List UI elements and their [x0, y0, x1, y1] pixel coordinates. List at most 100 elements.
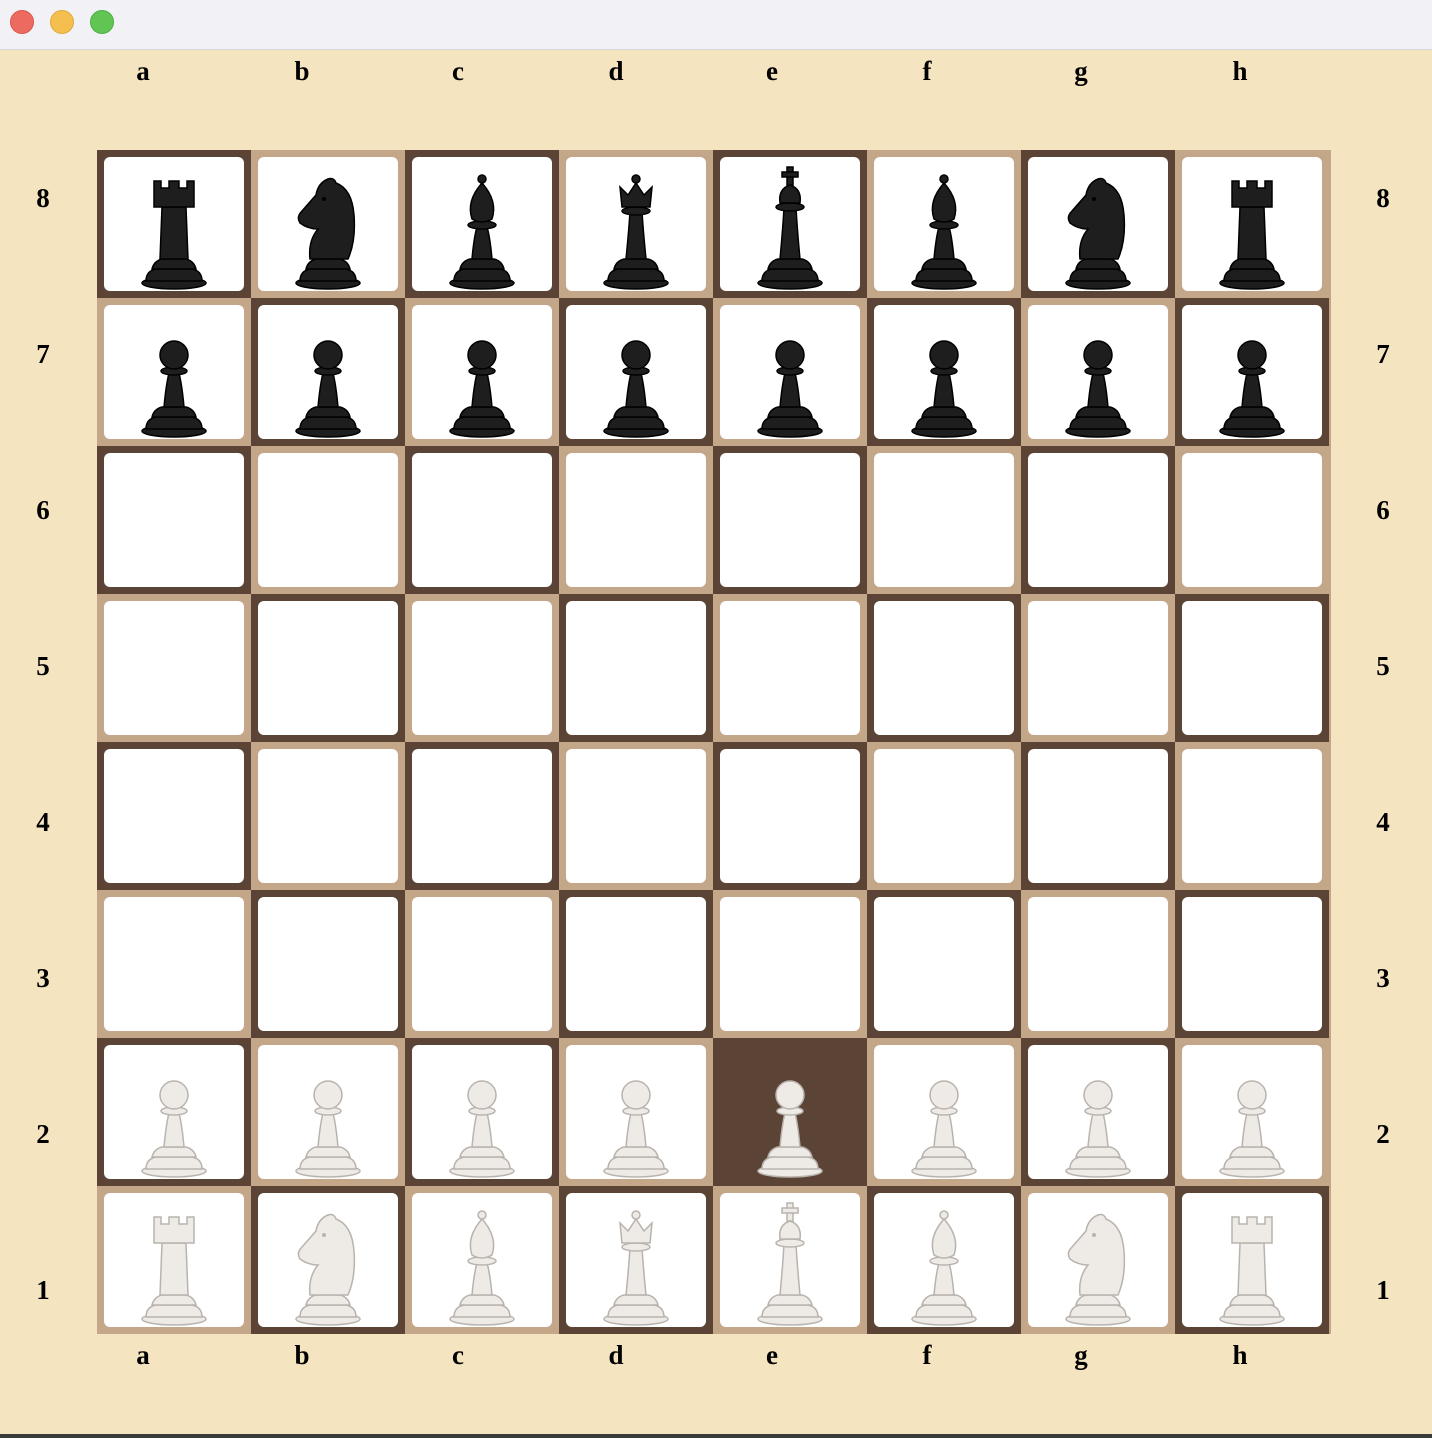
- square-a7[interactable]: [97, 298, 251, 446]
- square-b5[interactable]: [251, 594, 405, 742]
- maximize-window-button[interactable]: [90, 10, 114, 34]
- white-queen-icon[interactable]: [586, 1199, 686, 1327]
- black-bishop-icon[interactable]: [894, 163, 994, 291]
- white-king-icon[interactable]: [740, 1199, 840, 1327]
- square-f5[interactable]: [867, 594, 1021, 742]
- square-f3[interactable]: [867, 890, 1021, 1038]
- square-d6[interactable]: [559, 446, 713, 594]
- square-g2[interactable]: [1021, 1038, 1175, 1186]
- black-queen-icon[interactable]: [586, 163, 686, 291]
- square-h7[interactable]: [1175, 298, 1329, 446]
- white-knight-icon[interactable]: [278, 1199, 378, 1327]
- square-h2[interactable]: [1175, 1038, 1329, 1186]
- square-g7[interactable]: [1021, 298, 1175, 446]
- square-f4[interactable]: [867, 742, 1021, 890]
- white-rook-icon[interactable]: [1202, 1199, 1302, 1327]
- square-b8[interactable]: [251, 150, 405, 298]
- square-b4[interactable]: [251, 742, 405, 890]
- square-c6[interactable]: [405, 446, 559, 594]
- square-b3[interactable]: [251, 890, 405, 1038]
- black-pawn-icon[interactable]: [278, 311, 378, 439]
- square-e2[interactable]: [713, 1038, 867, 1186]
- white-bishop-icon[interactable]: [894, 1199, 994, 1327]
- square-a1[interactable]: [97, 1186, 251, 1334]
- square-d5[interactable]: [559, 594, 713, 742]
- square-g1[interactable]: [1021, 1186, 1175, 1334]
- square-b1[interactable]: [251, 1186, 405, 1334]
- square-f7[interactable]: [867, 298, 1021, 446]
- square-a2[interactable]: [97, 1038, 251, 1186]
- square-d2[interactable]: [559, 1038, 713, 1186]
- square-d3[interactable]: [559, 890, 713, 1038]
- black-pawn-icon[interactable]: [586, 311, 686, 439]
- white-rook-icon[interactable]: [124, 1199, 224, 1327]
- black-pawn-icon[interactable]: [1202, 311, 1302, 439]
- square-d7[interactable]: [559, 298, 713, 446]
- square-g3[interactable]: [1021, 890, 1175, 1038]
- square-a4[interactable]: [97, 742, 251, 890]
- square-d4[interactable]: [559, 742, 713, 890]
- square-b6[interactable]: [251, 446, 405, 594]
- black-rook-icon[interactable]: [124, 163, 224, 291]
- white-pawn-icon[interactable]: [432, 1051, 532, 1179]
- square-cell: [874, 305, 1014, 439]
- black-pawn-icon[interactable]: [124, 311, 224, 439]
- black-pawn-icon[interactable]: [740, 311, 840, 439]
- square-g6[interactable]: [1021, 446, 1175, 594]
- square-e8[interactable]: [713, 150, 867, 298]
- white-pawn-icon[interactable]: [1202, 1051, 1302, 1179]
- square-a3[interactable]: [97, 890, 251, 1038]
- square-h5[interactable]: [1175, 594, 1329, 742]
- square-c7[interactable]: [405, 298, 559, 446]
- square-e1[interactable]: [713, 1186, 867, 1334]
- black-bishop-icon[interactable]: [432, 163, 532, 291]
- square-f1[interactable]: [867, 1186, 1021, 1334]
- black-king-icon[interactable]: [740, 163, 840, 291]
- square-c4[interactable]: [405, 742, 559, 890]
- square-d8[interactable]: [559, 150, 713, 298]
- square-f8[interactable]: [867, 150, 1021, 298]
- minimize-window-button[interactable]: [50, 10, 74, 34]
- square-a6[interactable]: [97, 446, 251, 594]
- square-h3[interactable]: [1175, 890, 1329, 1038]
- close-window-button[interactable]: [10, 10, 34, 34]
- black-pawn-icon[interactable]: [894, 311, 994, 439]
- white-pawn-icon[interactable]: [278, 1051, 378, 1179]
- square-e4[interactable]: [713, 742, 867, 890]
- white-pawn-icon[interactable]: [740, 1051, 840, 1179]
- square-g4[interactable]: [1021, 742, 1175, 890]
- square-h4[interactable]: [1175, 742, 1329, 890]
- square-e3[interactable]: [713, 890, 867, 1038]
- square-g5[interactable]: [1021, 594, 1175, 742]
- white-pawn-icon[interactable]: [586, 1051, 686, 1179]
- white-pawn-icon[interactable]: [1048, 1051, 1148, 1179]
- black-knight-icon[interactable]: [1048, 163, 1148, 291]
- square-a5[interactable]: [97, 594, 251, 742]
- square-e6[interactable]: [713, 446, 867, 594]
- square-c8[interactable]: [405, 150, 559, 298]
- square-d1[interactable]: [559, 1186, 713, 1334]
- black-knight-icon[interactable]: [278, 163, 378, 291]
- square-h6[interactable]: [1175, 446, 1329, 594]
- square-h1[interactable]: [1175, 1186, 1329, 1334]
- white-pawn-icon[interactable]: [124, 1051, 224, 1179]
- square-c3[interactable]: [405, 890, 559, 1038]
- square-b7[interactable]: [251, 298, 405, 446]
- white-bishop-icon[interactable]: [432, 1199, 532, 1327]
- square-e5[interactable]: [713, 594, 867, 742]
- square-c1[interactable]: [405, 1186, 559, 1334]
- square-b2[interactable]: [251, 1038, 405, 1186]
- square-h8[interactable]: [1175, 150, 1329, 298]
- square-c2[interactable]: [405, 1038, 559, 1186]
- square-f2[interactable]: [867, 1038, 1021, 1186]
- square-c5[interactable]: [405, 594, 559, 742]
- square-a8[interactable]: [97, 150, 251, 298]
- square-g8[interactable]: [1021, 150, 1175, 298]
- black-pawn-icon[interactable]: [432, 311, 532, 439]
- square-e7[interactable]: [713, 298, 867, 446]
- black-pawn-icon[interactable]: [1048, 311, 1148, 439]
- white-pawn-icon[interactable]: [894, 1051, 994, 1179]
- white-knight-icon[interactable]: [1048, 1199, 1148, 1327]
- black-rook-icon[interactable]: [1202, 163, 1302, 291]
- square-f6[interactable]: [867, 446, 1021, 594]
